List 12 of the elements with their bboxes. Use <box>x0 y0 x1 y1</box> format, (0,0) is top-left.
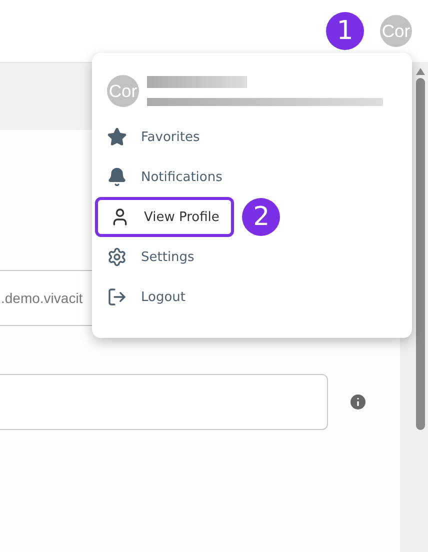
star-icon <box>107 127 127 147</box>
step-badge: 1 <box>326 12 364 50</box>
avatar: Cor <box>107 75 139 107</box>
info-icon[interactable] <box>348 392 368 412</box>
settings-icon <box>107 247 127 267</box>
scroll-up-icon[interactable] <box>416 68 425 75</box>
step-badge: 2 <box>242 198 280 236</box>
bell-icon <box>107 167 127 187</box>
menu-item[interactable]: View Profile <box>95 197 234 237</box>
scroll-thumb[interactable] <box>416 78 425 430</box>
logout-icon <box>107 287 127 307</box>
input-field[interactable] <box>0 374 328 430</box>
